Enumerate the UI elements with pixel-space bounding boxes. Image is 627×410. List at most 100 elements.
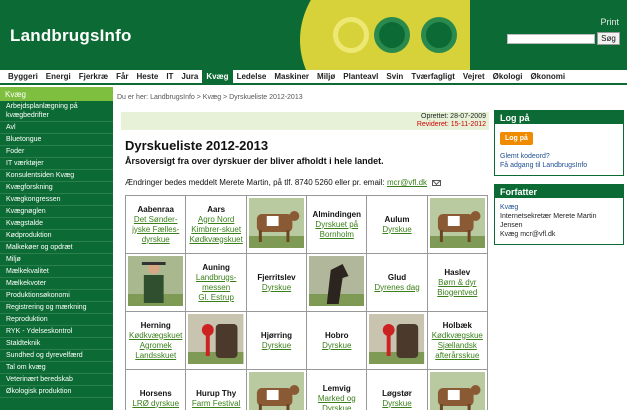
nav-item[interactable]: Ledelse (233, 70, 271, 83)
nav-item[interactable]: Planteavl (339, 70, 382, 83)
right-column: Log på Log på Glemt kodeord? Få adgang t… (494, 110, 624, 253)
sidebar-item[interactable]: Foder (0, 146, 113, 158)
email-link[interactable]: mcr@vfl.dk (387, 178, 427, 187)
nav-item[interactable]: Jura (177, 70, 202, 83)
sidebar-item[interactable]: Kvægnøglen (0, 206, 113, 218)
show-link[interactable]: Dyrskue (368, 225, 425, 235)
nav-item[interactable]: Heste (133, 70, 163, 83)
revised-date: Revideret: 15-11-2012 (416, 121, 486, 128)
sidebar-item[interactable]: RYK - Ydelseskontrol (0, 326, 113, 338)
nav-item[interactable]: Byggeri (4, 70, 42, 83)
mail-icon[interactable] (432, 179, 442, 186)
sidebar-item[interactable]: Reproduktion (0, 314, 113, 326)
nav-item[interactable]: IT (162, 70, 177, 83)
nav-item[interactable]: Energi (42, 70, 75, 83)
sidebar: Kvæg Arbejdsplanlægning på kvægbedrifter… (0, 87, 113, 410)
nav-item[interactable]: Økonomi (526, 70, 569, 83)
rosette-photo (366, 311, 428, 370)
show-city: Aabenraa (137, 204, 174, 214)
show-cell: Aulum Dyrskue (366, 195, 428, 254)
show-link[interactable]: Dyrskue (248, 341, 305, 351)
show-link[interactable]: Landbrugs-messen (187, 273, 244, 293)
sidebar-item[interactable]: Veterinært beredskab (0, 374, 113, 386)
show-link[interactable]: Landsskuet (127, 351, 184, 361)
show-city: Hurup Thy (196, 388, 237, 398)
show-link[interactable]: Børn & dyr (429, 278, 486, 288)
nav-item[interactable]: Fjerkræ (75, 70, 112, 83)
show-cell: Horsens LRØ dyrskue (124, 369, 187, 410)
header-ring-1 (333, 17, 369, 53)
sidebar-item[interactable]: Kvægforskning (0, 182, 113, 194)
show-link[interactable]: Agro Nord (187, 215, 244, 225)
forgot-password-link[interactable]: Glemt kodeord? (500, 153, 550, 160)
nav-item[interactable]: Får (112, 70, 132, 83)
login-button[interactable]: Log på (500, 132, 533, 145)
author-box: Forfatter Kvæg Internetsekretær Merete M… (494, 184, 624, 245)
show-link[interactable]: Dyrskue (248, 283, 305, 293)
sidebar-item[interactable]: Staldteknik (0, 338, 113, 350)
show-city: Herning (140, 320, 171, 330)
sidebar-item[interactable]: Mælkekvoter (0, 278, 113, 290)
page-subtitle: Årsoversigt fra over dyrskuer der bliver… (125, 156, 384, 166)
show-city: Holbæk (442, 320, 472, 330)
show-link[interactable]: Marked og Dyrskue (308, 394, 365, 410)
show-link[interactable]: Dyrskue (368, 399, 425, 409)
show-city: Fjerritslev (257, 272, 296, 282)
man-photo (124, 253, 187, 312)
nav-item[interactable]: Maskiner (270, 70, 313, 83)
show-cell: Auning Landbrugs-messen Gl. Estrup (185, 253, 247, 312)
nav-item[interactable]: Tværfagligt (407, 70, 459, 83)
sidebar-item[interactable]: Bluetongue (0, 134, 113, 146)
sidebar-item[interactable]: Mælkekvalitet (0, 266, 113, 278)
page-meta: Oprettet: 28-07-2009 Revideret: 15-11-20… (121, 112, 489, 130)
sidebar-item[interactable]: Malkekøer og opdræt (0, 242, 113, 254)
sidebar-item[interactable]: Miljø (0, 254, 113, 266)
sidebar-item[interactable]: Tal om kvæg (0, 362, 113, 374)
sidebar-head[interactable]: Kvæg (0, 87, 113, 101)
show-link[interactable]: Gl. Estrup (187, 293, 244, 303)
show-link[interactable]: Dyrskuet på Bornholm (308, 220, 365, 240)
sidebar-item[interactable]: Arbejdsplanlægning på kvægbedrifter (0, 101, 113, 122)
rosette-photo (185, 311, 247, 370)
show-link[interactable]: Sjællandsk afterårsskue (429, 341, 486, 361)
nav-item[interactable]: Miljø (313, 70, 339, 83)
show-link[interactable]: Biogentved (429, 288, 486, 298)
sidebar-item[interactable]: Kvægstalde (0, 218, 113, 230)
show-grid: Aabenraa Det Sønder-jyske Fælles-dyrskue A… (124, 195, 489, 410)
show-link[interactable]: Kødkvægskuet (127, 331, 184, 341)
cow-photo (245, 369, 308, 410)
sidebar-item[interactable]: Økologisk produktion (0, 386, 113, 398)
changes-note: Ændringer bedes meddelt Merete Martin, p… (125, 178, 442, 187)
nav-item[interactable]: Vejret (459, 70, 489, 83)
sidebar-item[interactable]: Avl (0, 122, 113, 134)
author-section-link[interactable]: Kvæg (500, 204, 518, 211)
nav-item[interactable]: Svin (382, 70, 407, 83)
sidebar-item[interactable]: Sundhed og dyrevelfærd (0, 350, 113, 362)
show-link[interactable]: Kødkvægskue (429, 331, 486, 341)
show-link[interactable]: Dyrskue (308, 341, 365, 351)
show-link[interactable]: Kødkvægskuet (187, 235, 244, 245)
show-link[interactable]: Kimbrer-skuet (187, 225, 244, 235)
show-link[interactable]: Agromek (127, 341, 184, 351)
sidebar-item[interactable]: IT værktøjer (0, 158, 113, 170)
show-link[interactable]: LRØ dyrskue (127, 399, 184, 409)
search-input[interactable] (507, 34, 595, 44)
show-link[interactable]: Farm Festival (187, 399, 244, 409)
get-access-link[interactable]: Få adgang til LandbrugsInfo (500, 162, 587, 169)
nav-item[interactable]: Økologi (489, 70, 527, 83)
show-link[interactable]: Dyrenes dag (368, 283, 425, 293)
print-link[interactable]: Print (600, 17, 619, 27)
show-cell: Haslev Børn & dyr Biogentved (426, 253, 489, 312)
sidebar-item[interactable]: Konsulentsiden Kvæg (0, 170, 113, 182)
site-logo[interactable]: LandbrugsInfo (10, 26, 132, 46)
sidebar-item[interactable]: Kvægkongressen (0, 194, 113, 206)
show-cell: Aabenraa Det Sønder-jyske Fælles-dyrskue (124, 195, 187, 254)
sidebar-item[interactable]: Produktionsøkonomi (0, 290, 113, 302)
show-cell: Hjørring Dyrskue (245, 311, 308, 370)
nav-item[interactable]: Kvæg (202, 70, 233, 83)
search-button[interactable]: Søg (597, 32, 620, 45)
sidebar-item[interactable]: Registrering og mærkning (0, 302, 113, 314)
sidebar-item[interactable]: Kødproduktion (0, 230, 113, 242)
show-city: Aulum (384, 214, 410, 224)
show-link[interactable]: Det Sønder-jyske Fælles-dyrskue (127, 215, 184, 245)
